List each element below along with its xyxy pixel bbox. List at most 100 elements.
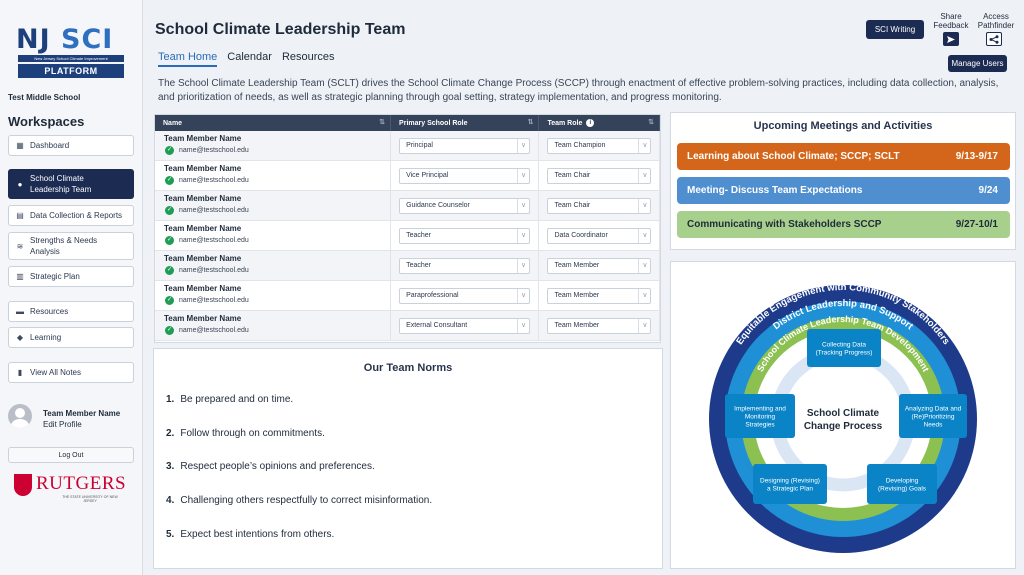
njsci-logo[interactable]: NJ SCI New Jersey School Climate Improve… — [16, 20, 128, 80]
chevron-down-icon: ∨ — [516, 289, 526, 303]
share-feedback-button[interactable] — [943, 32, 959, 46]
logout-button[interactable]: Log Out — [8, 447, 134, 463]
sidebar-item-label: School Climate Leadership Team — [30, 174, 92, 194]
sidebar-item-sclt[interactable]: ● School Climate Leadership Team — [8, 169, 134, 199]
access-pathfinder-label: Access Pathfinder — [977, 12, 1015, 30]
rutgers-logo[interactable]: RUTGERS THE STATE UNIVERSITY OF NEW JERS… — [14, 472, 128, 504]
primary-role-cell: Teacher ∨ — [391, 221, 540, 250]
primary-role-select[interactable]: External Consultant ∨ — [399, 318, 531, 334]
process-step-label: a Strategic Plan — [767, 486, 813, 493]
team-role-select[interactable]: Team Chair ∨ — [547, 198, 652, 214]
name-cell: Team Member Name ✓ name@testschool.edu — [155, 161, 392, 190]
info-icon[interactable]: i — [586, 119, 595, 127]
meeting-item[interactable]: Meeting- Discuss Team Expectations 9/24 — [677, 177, 1010, 204]
tab-resources[interactable]: Resources — [282, 51, 335, 67]
access-pathfinder-button[interactable] — [986, 32, 1002, 46]
primary-role-select[interactable]: Teacher ∨ — [399, 228, 531, 244]
process-step-label: Collecting Data — [822, 342, 866, 349]
team-role-select[interactable]: Team Champion ∨ — [547, 138, 652, 154]
process-step-label: Developing — [886, 478, 919, 485]
chevron-down-icon: ∨ — [638, 169, 647, 183]
process-step[interactable]: Analyzing Data and(Re)PrioritizingNeeds — [899, 394, 967, 438]
share-feedback-label: Share Feedback — [933, 12, 969, 30]
manage-users-button[interactable]: Manage Users — [948, 55, 1007, 72]
tab-bar: Team Home Calendar Resources — [158, 51, 335, 67]
sci-writing-button[interactable]: SCI Writing — [866, 20, 924, 39]
primary-role-select[interactable]: Guidance Counselor ∨ — [399, 198, 531, 214]
upcoming-meetings-panel: Upcoming Meetings and Activities Learnin… — [670, 112, 1016, 250]
team-role-select[interactable]: Team Member ∨ — [547, 318, 652, 334]
member-name: Team Member Name — [164, 254, 242, 263]
sidebar-item-strengths-needs[interactable]: ≋ Strengths & Needs Analysis — [8, 232, 134, 260]
sidebar-item-learning[interactable]: ◆ Learning — [8, 327, 134, 348]
process-step[interactable]: Developing(Revising) Goals — [867, 464, 937, 504]
primary-role-select[interactable]: Vice Principal ∨ — [399, 168, 531, 184]
sidebar-item-label: Dashboard — [30, 141, 70, 150]
chevron-down-icon: ∨ — [638, 139, 647, 153]
primary-role-select[interactable]: Teacher ∨ — [399, 258, 531, 274]
verified-check-icon: ✓ — [165, 266, 174, 275]
member-name: Team Member Name — [164, 194, 242, 203]
team-role-select[interactable]: Team Member ∨ — [547, 258, 652, 274]
primary-role-select[interactable]: Paraprofessional ∨ — [399, 288, 531, 304]
member-email: name@testschool.edu — [179, 237, 249, 244]
process-step-label: Designing (Revising) — [760, 478, 820, 485]
meeting-item[interactable]: Communicating with Stakeholders SCCP 9/27… — [677, 211, 1010, 238]
team-role-select[interactable]: Data Coordinator ∨ — [547, 228, 652, 244]
table-row: Team Member Name ✓ name@testschool.edu Teac… — [155, 221, 660, 251]
column-header-name[interactable]: Name ⇅ — [155, 115, 392, 131]
grid-icon: ▦ — [16, 141, 24, 150]
table-row: Team Member Name ✓ name@testschool.edu Vice… — [155, 161, 660, 191]
team-role-select[interactable]: Team Chair ∨ — [547, 168, 652, 184]
user-name: Team Member Name — [43, 409, 121, 418]
chevron-down-icon: ∨ — [516, 229, 526, 243]
sidebar-item-data-collection[interactable]: ▤ Data Collection & Reports — [8, 205, 134, 226]
process-step-label: Strategies — [745, 422, 775, 429]
logo-subtitle: New Jersey School Climate Improvement — [18, 55, 124, 62]
primary-role-select[interactable]: Principal ∨ — [399, 138, 531, 154]
team-role-select[interactable]: Team Member ∨ — [547, 288, 652, 304]
meetings-title: Upcoming Meetings and Activities — [753, 120, 933, 132]
column-header-team-role[interactable]: Team Role i ⇅ — [539, 115, 660, 131]
table-row: Team Member Name ✓ name@testschool.edu Guid… — [155, 191, 660, 221]
verified-check-icon: ✓ — [165, 296, 174, 305]
column-header-primary-role[interactable]: Primary School Role ⇅ — [391, 115, 540, 131]
meeting-item[interactable]: Learning about School Climate; SCCP; SCL… — [677, 143, 1010, 170]
team-role-cell: Data Coordinator ∨ — [539, 221, 660, 250]
folder-icon: ▬ — [16, 307, 24, 316]
tab-team-home[interactable]: Team Home — [158, 51, 218, 67]
member-email: name@testschool.edu — [179, 147, 249, 154]
name-cell: Team Member Name ✓ name@testschool.edu — [155, 221, 392, 250]
sccp-diagram-panel: Equitable Engagement with Community Stak… — [670, 261, 1016, 569]
sccp-diagram: Equitable Engagement with Community Stak… — [709, 282, 977, 553]
sidebar-item-resources[interactable]: ▬ Resources — [8, 301, 134, 322]
verified-check-icon: ✓ — [165, 326, 174, 335]
table-row: Team Member Name ✓ name@testschool.edu Para… — [155, 281, 660, 311]
process-step[interactable]: Designing (Revising)a Strategic Plan — [753, 464, 827, 504]
chevron-down-icon: ∨ — [638, 199, 647, 213]
process-step[interactable]: Implementing andMonitoringStrategies — [725, 394, 795, 438]
member-email: name@testschool.edu — [179, 327, 249, 334]
table-row: Team Member Name ✓ name@testschool.edu Exte… — [155, 311, 660, 341]
member-name: Team Member Name — [164, 224, 242, 233]
chart-icon: ▥ — [16, 272, 24, 281]
table-header: Name ⇅ Primary School Role ⇅ Team Role i ⇅ — [155, 115, 660, 131]
chevron-down-icon: ∨ — [516, 319, 526, 333]
sidebar-item-view-all-notes[interactable]: ▮ View All Notes — [8, 362, 134, 383]
sidebar-item-strategic-plan[interactable]: ▥ Strategic Plan — [8, 266, 134, 287]
edit-profile-link[interactable]: Edit Profile — [43, 420, 82, 429]
share-nodes-icon — [989, 34, 999, 44]
sidebar-item-dashboard[interactable]: ▦ Dashboard — [8, 135, 134, 156]
process-step[interactable]: Collecting Data(Tracking Progress) — [807, 329, 881, 367]
name-cell: Team Member Name ✓ name@testschool.edu — [155, 131, 392, 160]
norms-title: Our Team Norms — [363, 362, 453, 374]
member-name: Team Member Name — [164, 284, 242, 293]
sidebar-item-label: Strengths & Needs Analysis — [30, 236, 98, 256]
tab-calendar[interactable]: Calendar — [227, 51, 272, 67]
team-role-cell: Team Member ∨ — [539, 281, 660, 310]
name-cell: Team Member Name ✓ name@testschool.edu — [155, 281, 392, 310]
workspaces-heading: Workspaces — [8, 114, 85, 129]
primary-role-cell: Guidance Counselor ∨ — [391, 191, 540, 220]
verified-check-icon: ✓ — [165, 146, 174, 155]
logo-main: NJ — [16, 24, 62, 55]
